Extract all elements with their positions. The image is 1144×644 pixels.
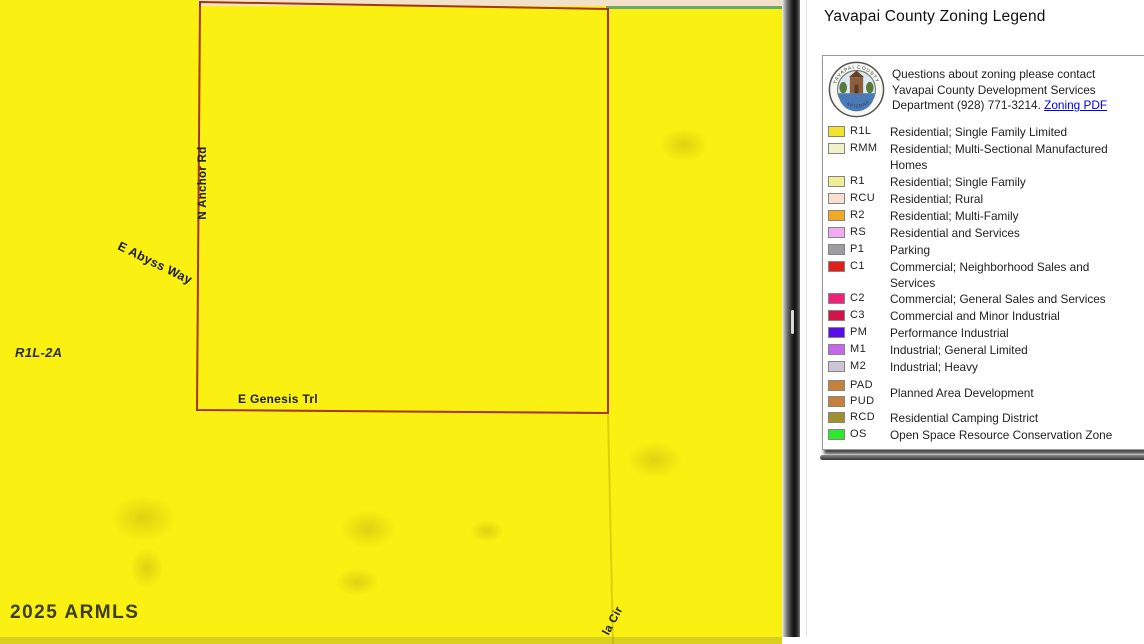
legend-item: RSResidential and Services xyxy=(828,225,1144,242)
panel-divider xyxy=(782,0,800,637)
zoning-code: R1L xyxy=(850,124,890,137)
zoning-description: Commercial and Minor Industrial xyxy=(890,308,1133,324)
zoning-color-swatch xyxy=(828,143,845,154)
parcel-outline xyxy=(0,0,782,644)
zoning-description: Industrial; Heavy xyxy=(890,359,1133,375)
legend-item: RMMResidential; Multi-Sectional Manufact… xyxy=(828,141,1144,173)
zoning-description: Residential; Multi-Sectional Manufacture… xyxy=(890,141,1133,173)
street-label-n-anchor-rd: N Anchor Rd xyxy=(197,146,209,219)
zoning-code: RCD xyxy=(850,410,890,423)
zoning-code: RS xyxy=(850,225,890,238)
legend-item: R1LResidential; Single Family Limited xyxy=(828,124,1144,141)
legend-item: RCDResidential Camping District xyxy=(828,410,1144,427)
zoning-code: M1 xyxy=(850,342,890,355)
legend-item: PMPerformance Industrial xyxy=(828,325,1144,342)
zoning-color-swatch xyxy=(828,310,845,321)
contact-block: YAVAPAI COUNTY ARIZONA Questions about z… xyxy=(828,61,1144,118)
zoning-description: Residential and Services xyxy=(890,225,1133,241)
zoning-code: M2 xyxy=(850,359,890,372)
legend-item: R1Residential; Single Family xyxy=(828,174,1144,191)
zoning-color-swatch xyxy=(828,210,845,221)
panel-border-line xyxy=(806,0,807,636)
legend-item: R2Residential; Multi-Family xyxy=(828,208,1144,225)
zoning-description: Residential; Single Family xyxy=(890,174,1133,190)
zoning-pdf-link[interactable]: Zoning PDF xyxy=(1044,98,1107,112)
contact-line-3-text: Department (928) 771-3214. xyxy=(892,98,1041,112)
zoning-description: Performance Industrial xyxy=(890,325,1133,341)
contact-line-1: Questions about zoning please contact xyxy=(892,67,1107,83)
zoning-code: C3 xyxy=(850,308,890,321)
zoning-code: OS xyxy=(850,427,890,440)
zoning-description: Parking xyxy=(890,242,1133,258)
legend-item: C3Commercial and Minor Industrial xyxy=(828,308,1144,325)
zoning-code: PM xyxy=(850,325,890,338)
zoning-color-swatch xyxy=(828,126,845,137)
zoning-code: C1 xyxy=(850,259,890,272)
zoning-description: Planned Area Development xyxy=(890,385,1133,401)
zoning-map: N Anchor Rd E Abyss Way E Genesis Trl la… xyxy=(0,0,782,644)
street-label-e-genesis-trl: E Genesis Trl xyxy=(238,392,318,406)
legend-items-list: R1LResidential; Single Family LimitedRMM… xyxy=(828,124,1144,443)
zoning-color-swatch xyxy=(828,176,845,187)
zoning-color-swatch xyxy=(828,193,845,204)
legend-item: RCUResidential; Rural xyxy=(828,191,1144,208)
contact-line-2: Yavapai County Development Services xyxy=(892,83,1107,99)
legend-item: PAD xyxy=(828,376,890,393)
zoning-description: Residential; Single Family Limited xyxy=(890,124,1133,140)
legend-panel: Yavapai County Zoning Legend xyxy=(800,0,1144,644)
zoning-color-swatch xyxy=(828,380,845,391)
zoning-color-swatch xyxy=(828,244,845,255)
zoning-map-viewer: N Anchor Rd E Abyss Way E Genesis Trl la… xyxy=(0,0,1144,644)
legend-item: M2Industrial; Heavy xyxy=(828,359,1144,376)
zoning-description: Commercial; Neighborhood Sales and Servi… xyxy=(890,259,1133,291)
legend-title: Yavapai County Zoning Legend xyxy=(824,8,1046,26)
zone-code-label: R1L-2A xyxy=(15,345,62,360)
legend-item-group: PAD PUDPlanned Area Development xyxy=(828,376,1144,409)
legend-item: C2Commercial; General Sales and Services xyxy=(828,291,1144,308)
zoning-code: R2 xyxy=(850,208,890,221)
legend-box: YAVAPAI COUNTY ARIZONA Questions about z… xyxy=(822,55,1144,450)
armls-watermark: 2025 ARMLS xyxy=(10,602,139,624)
zoning-code: RCU xyxy=(850,191,890,204)
zoning-color-swatch xyxy=(828,227,845,238)
contact-text: Questions about zoning please contact Ya… xyxy=(892,61,1107,114)
zoning-color-swatch xyxy=(828,396,845,407)
zoning-color-swatch xyxy=(828,429,845,440)
zoning-color-swatch xyxy=(828,327,845,338)
panel-shadow-bar xyxy=(820,455,1144,460)
zoning-color-swatch xyxy=(828,293,845,304)
zoning-code: PAD xyxy=(850,378,890,391)
zoning-code: C2 xyxy=(850,291,890,304)
zoning-description: Commercial; General Sales and Services xyxy=(890,291,1133,307)
zoning-code: P1 xyxy=(850,242,890,255)
zoning-color-swatch xyxy=(828,412,845,423)
zoning-color-swatch xyxy=(828,361,845,372)
legend-item: M1Industrial; General Limited xyxy=(828,342,1144,359)
legend-item: C1Commercial; Neighborhood Sales and Ser… xyxy=(828,259,1144,291)
zoning-description: Open Space Resource Conservation Zone xyxy=(890,427,1133,443)
yavapai-county-seal-icon: YAVAPAI COUNTY ARIZONA xyxy=(828,61,885,118)
zoning-code: R1 xyxy=(850,174,890,187)
legend-item: P1Parking xyxy=(828,242,1144,259)
zoning-code: PUD xyxy=(850,394,890,407)
contact-line-3: Department (928) 771-3214. Zoning PDF xyxy=(892,98,1107,114)
group-codes: PAD PUD xyxy=(828,376,890,409)
zoning-color-swatch xyxy=(828,261,845,272)
divider-grip xyxy=(791,310,794,334)
zoning-description: Residential; Multi-Family xyxy=(890,208,1133,224)
zoning-description: Residential; Rural xyxy=(890,191,1133,207)
legend-item: PUD xyxy=(828,393,890,410)
zoning-description: Residential Camping District xyxy=(890,410,1133,426)
zoning-description: Industrial; General Limited xyxy=(890,342,1133,358)
zoning-code: RMM xyxy=(850,141,890,154)
zoning-color-swatch xyxy=(828,344,845,355)
legend-item: OSOpen Space Resource Conservation Zone xyxy=(828,427,1144,444)
